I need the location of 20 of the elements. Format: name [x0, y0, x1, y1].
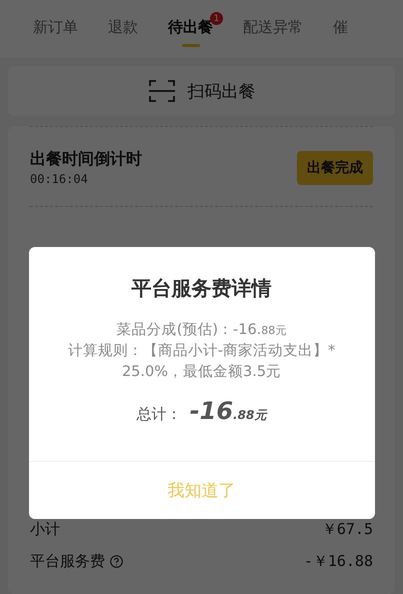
scan-button[interactable]: 扫码出餐: [8, 66, 395, 116]
total-text: 总计： -16.88元: [136, 397, 266, 425]
fee-label: 平台服务费: [30, 552, 105, 570]
fee-value: ￥67.5: [322, 520, 373, 538]
share-text: 菜品分成(预估)：-16.88元: [116, 321, 288, 340]
rule-text: 计算规则：【商品小计-商家活动支出】* 25.0%，最低金额3.5元: [66, 342, 336, 382]
countdown-title: 出餐时间倒计时: [30, 149, 142, 170]
done-button[interactable]: 出餐完成: [297, 150, 373, 184]
scan-icon: [148, 79, 176, 103]
fee-value: -￥16.88: [304, 552, 373, 570]
dialog-title: 平台服务费详情: [132, 275, 272, 302]
order-tab[interactable]: 新订单: [33, 11, 88, 47]
order-tab[interactable]: 退款: [108, 11, 148, 47]
countdown-time: 00:16:04: [30, 172, 89, 186]
confirm-button[interactable]: 我知道了: [28, 461, 374, 519]
order-tab[interactable]: 催: [333, 11, 358, 47]
order-tab[interactable]: 配送异常: [243, 11, 313, 47]
help-icon[interactable]: [110, 554, 123, 568]
count-badge: 1: [210, 12, 223, 25]
fee-label: 小计: [30, 520, 60, 538]
